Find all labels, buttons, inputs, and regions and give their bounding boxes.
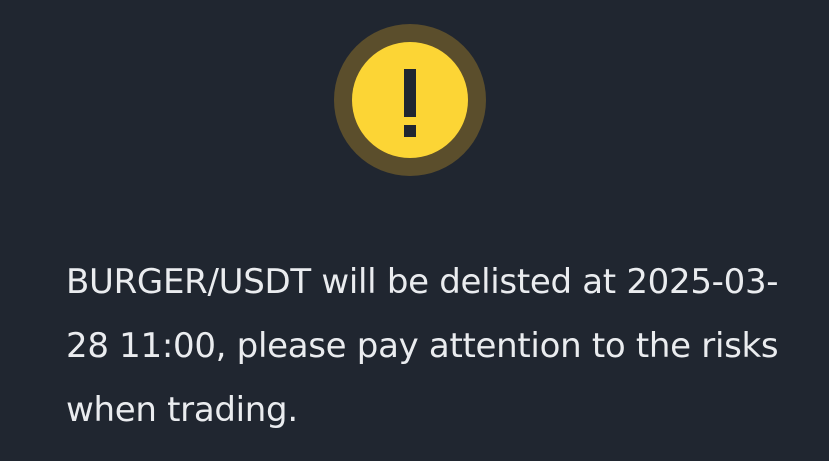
warning-icon: [334, 24, 486, 176]
warning-icon-circle: [352, 42, 468, 158]
exclamation-dot: [404, 125, 416, 137]
delisting-notice-dialog: BURGER/USDT will be delisted at 2025-03-…: [0, 0, 829, 461]
exclamation-bar: [404, 69, 416, 117]
delisting-message: BURGER/USDT will be delisted at 2025-03-…: [66, 262, 779, 430]
